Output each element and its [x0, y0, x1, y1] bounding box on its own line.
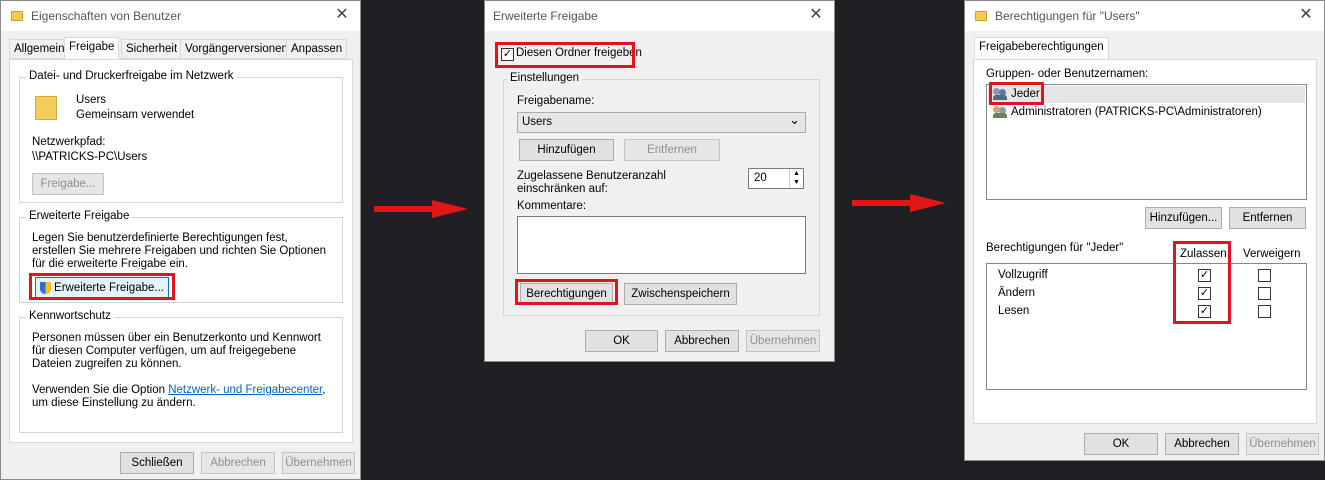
- cache-button[interactable]: Zwischenspeichern: [624, 283, 737, 305]
- advanced-sharing-group-title: Erweiterte Freigabe: [26, 210, 133, 222]
- share-folder-label: Diesen Ordner freigeben: [516, 47, 642, 59]
- title-bar: Berechtigungen für "Users" ✕: [965, 1, 1324, 31]
- permission-label: Ändern: [998, 287, 1036, 299]
- add-user-button[interactable]: Hinzufügen...: [1145, 207, 1222, 229]
- remove-share-button[interactable]: Entfernen: [624, 139, 720, 161]
- share-name-value: Users: [522, 116, 553, 128]
- user-limit-stepper[interactable]: 20 ▲ ▼: [748, 168, 804, 189]
- share-button[interactable]: Freigabe...: [32, 173, 104, 195]
- deny-checkbox-full-control[interactable]: [1258, 269, 1271, 282]
- arrow-right-icon: [374, 200, 470, 218]
- add-share-button[interactable]: Hinzufügen: [519, 139, 614, 161]
- advanced-description: Legen Sie benutzerdefinierte Berechtigun…: [32, 232, 327, 270]
- folder-icon: [975, 11, 987, 21]
- apply-button[interactable]: Übernehmen: [746, 330, 820, 352]
- ok-button[interactable]: OK: [1084, 433, 1158, 455]
- tab-previous-versions[interactable]: Vorgängerversionen: [180, 39, 293, 59]
- users-group-icon: [993, 88, 1007, 100]
- user-limit-value: 20: [754, 172, 767, 184]
- user-name: Administratoren (PATRICKS-PC\Administrat…: [1011, 106, 1262, 118]
- allow-checkbox-change[interactable]: ✓: [1198, 287, 1211, 300]
- share-folder-checkbox[interactable]: ✓: [501, 48, 514, 61]
- window-title: Eigenschaften von Benutzer: [31, 9, 182, 23]
- title-bar: Eigenschaften von Benutzer ✕: [1, 1, 360, 31]
- deny-checkbox-change[interactable]: [1258, 287, 1271, 300]
- user-row-everyone[interactable]: Jeder: [988, 86, 1305, 103]
- properties-dialog: Eigenschaften von Benutzer ✕ Allgemein F…: [0, 0, 361, 480]
- deny-header: Verweigern: [1243, 248, 1301, 260]
- tab-customize[interactable]: Anpassen: [286, 39, 348, 59]
- user-row-administrators[interactable]: Administratoren (PATRICKS-PC\Administrat…: [988, 104, 1305, 121]
- permission-label: Vollzugriff: [998, 269, 1048, 281]
- close-icon[interactable]: ✕: [1296, 5, 1316, 25]
- tab-general[interactable]: Allgemein: [9, 39, 70, 59]
- allow-header: Zulassen: [1180, 248, 1227, 260]
- permission-label: Lesen: [998, 305, 1030, 317]
- comments-label: Kommentare:: [517, 200, 587, 212]
- user-name: Jeder: [1011, 88, 1040, 100]
- cancel-button[interactable]: Abbrechen: [1165, 433, 1239, 455]
- close-button[interactable]: Schließen: [120, 452, 194, 474]
- users-group-icon: [993, 106, 1007, 118]
- cancel-button[interactable]: Abbrechen: [201, 452, 275, 474]
- folder-status: Gemeinsam verwendet: [76, 109, 195, 121]
- allow-checkbox-full-control[interactable]: ✓: [1198, 269, 1211, 282]
- tab-sharing[interactable]: Freigabe: [64, 37, 120, 60]
- apply-button[interactable]: Übernehmen: [282, 452, 355, 474]
- chevron-down-icon: ⌄: [789, 112, 800, 127]
- network-center-link[interactable]: Netzwerk- und Freigabecenter: [168, 384, 322, 396]
- share-name-select[interactable]: Users ⌄: [517, 112, 806, 133]
- shared-folder-icon: [35, 96, 57, 120]
- window-title: Berechtigungen für "Users": [995, 9, 1140, 23]
- close-icon[interactable]: ✕: [332, 5, 352, 25]
- network-path: \\PATRICKS-PC\Users: [32, 151, 148, 163]
- permissions-dialog: Berechtigungen für "Users" ✕ Freigabeber…: [964, 0, 1325, 461]
- close-icon[interactable]: ✕: [806, 5, 826, 25]
- permissions-for-label: Berechtigungen für "Jeder": [986, 242, 1124, 254]
- users-list[interactable]: Jeder Administratoren (PATRICKS-PC\Admin…: [986, 84, 1307, 200]
- allow-checkbox-read[interactable]: ✓: [1198, 305, 1211, 318]
- arrow-right-icon: [852, 194, 948, 212]
- advanced-sharing-button[interactable]: Erweiterte Freigabe...: [35, 277, 169, 299]
- password-text: Personen müssen über ein Benutzerkonto u…: [32, 332, 321, 370]
- window-title: Erweiterte Freigabe: [493, 9, 598, 23]
- password-protection-group-title: Kennwortschutz: [26, 310, 114, 322]
- network-path-label: Netzwerkpfad:: [32, 136, 106, 148]
- permissions-list: [986, 263, 1307, 390]
- settings-text-before: Verwenden Sie die Option: [32, 384, 169, 396]
- advanced-sharing-dialog: Erweiterte Freigabe ✕ ✓ Diesen Ordner fr…: [484, 0, 835, 362]
- comments-textarea[interactable]: [517, 216, 806, 274]
- groups-label: Gruppen- oder Benutzernamen:: [986, 68, 1149, 80]
- uac-shield-icon: [40, 281, 52, 294]
- settings-text: Verwenden Sie die Option Netzwerk- und F…: [32, 384, 332, 410]
- cancel-button[interactable]: Abbrechen: [665, 330, 739, 352]
- network-sharing-group-title: Datei- und Druckerfreigabe im Netzwerk: [26, 70, 237, 82]
- spin-down-icon[interactable]: ▼: [789, 178, 803, 188]
- tab-security[interactable]: Sicherheit: [121, 39, 183, 59]
- apply-button[interactable]: Übernehmen: [1246, 433, 1319, 455]
- settings-group-title: Einstellungen: [507, 72, 583, 84]
- permissions-button[interactable]: Berechtigungen: [520, 283, 613, 305]
- deny-checkbox-read[interactable]: [1258, 305, 1271, 318]
- title-bar: Erweiterte Freigabe ✕: [485, 1, 834, 31]
- user-limit-label: Zugelassene Benutzeranzahl einschränken …: [517, 170, 666, 195]
- share-name-label: Freigabename:: [517, 95, 595, 107]
- ok-button[interactable]: OK: [585, 330, 658, 352]
- tab-share-permissions[interactable]: Freigabeberechtigungen: [974, 37, 1109, 60]
- folder-name: Users: [76, 94, 107, 106]
- folder-icon: [11, 11, 23, 21]
- remove-user-button[interactable]: Entfernen: [1229, 207, 1306, 229]
- advanced-sharing-button-label: Erweiterte Freigabe...: [54, 282, 164, 294]
